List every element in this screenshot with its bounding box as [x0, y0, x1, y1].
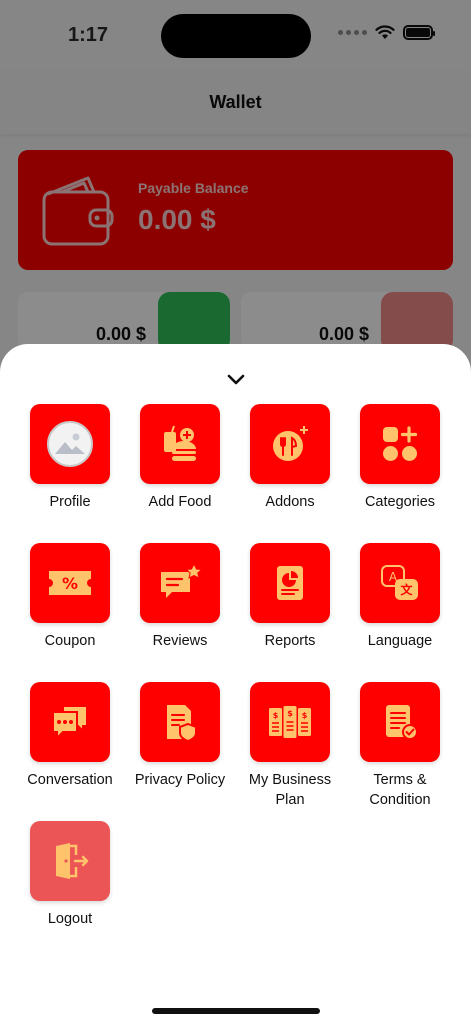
menu-item-reviews[interactable]: Reviews [125, 543, 235, 651]
report-chart-icon [277, 566, 303, 600]
menu-label: Reviews [152, 633, 208, 649]
menu-label: Conversation [27, 772, 113, 788]
burger-drink-plus-icon [164, 425, 196, 461]
menu-item-categories[interactable]: Categories [345, 404, 455, 512]
home-indicator[interactable] [152, 1008, 320, 1014]
menu-tile [250, 404, 330, 484]
svg-text:$: $ [287, 709, 293, 718]
menu-item-profile[interactable]: Profile [15, 404, 125, 512]
menu-tile [30, 682, 110, 762]
document-check-icon [386, 705, 418, 740]
menu-tile [360, 404, 440, 484]
menu-item-addons[interactable]: Addons [235, 404, 345, 512]
svg-text:文: 文 [400, 582, 413, 597]
menu-tile: % [30, 543, 110, 623]
chevron-down-icon[interactable] [224, 370, 248, 390]
menu-item-logout[interactable]: Logout [15, 821, 125, 929]
menu-label: My Business Plan [248, 772, 332, 808]
plans-icon: $ $ $ [269, 706, 311, 738]
translate-icon: A 文 [381, 565, 418, 600]
grid-plus-icon [383, 426, 418, 461]
menu-tile [140, 682, 220, 762]
cutlery-plus-icon [273, 426, 308, 461]
menu-label: Add Food [148, 494, 212, 510]
menu-item-language[interactable]: A 文 Language [345, 543, 455, 651]
svg-text:$: $ [273, 711, 279, 720]
menu-label: Reports [264, 633, 316, 649]
svg-text:$: $ [302, 711, 308, 720]
document-shield-icon [167, 705, 197, 742]
menu-item-terms-condition[interactable]: Terms & Condition [345, 682, 455, 810]
menu-item-coupon[interactable]: % Coupon [15, 543, 125, 651]
menu-label: Terms & Condition [369, 772, 431, 808]
menu-label: Language [367, 633, 433, 649]
menu-tile [140, 543, 220, 623]
avatar-icon [47, 421, 93, 467]
percent-ticket-icon: % [49, 571, 91, 595]
menu-label: Categories [364, 494, 436, 510]
menu-label: Logout [47, 911, 93, 927]
svg-text:%: % [62, 574, 78, 593]
menu-item-privacy-policy[interactable]: Privacy Policy [125, 682, 235, 790]
menu-tile [250, 543, 330, 623]
menu-item-reports[interactable]: Reports [235, 543, 345, 651]
menu-label: Profile [49, 494, 91, 510]
menu-tile [360, 682, 440, 762]
menu-tile [30, 821, 110, 901]
chat-bubbles-icon [52, 705, 88, 741]
menu-item-add-food[interactable]: Add Food [125, 404, 235, 512]
menu-tile: $ $ $ [250, 682, 330, 762]
menu-label: Privacy Policy [134, 772, 226, 788]
logout-icon [56, 843, 89, 879]
menu-label: Coupon [44, 633, 96, 649]
menu-tile [30, 404, 110, 484]
menu-tile: A 文 [360, 543, 440, 623]
menu-item-conversation[interactable]: Conversation [15, 682, 125, 790]
menu-tile [140, 404, 220, 484]
menu-bottom-sheet: Profile Add Food Addons Categories % Cou… [0, 344, 471, 1024]
chat-star-icon [161, 563, 202, 598]
menu-item-my-business-plan[interactable]: $ $ $ My Business Plan [235, 682, 345, 810]
menu-label: Addons [265, 494, 315, 510]
